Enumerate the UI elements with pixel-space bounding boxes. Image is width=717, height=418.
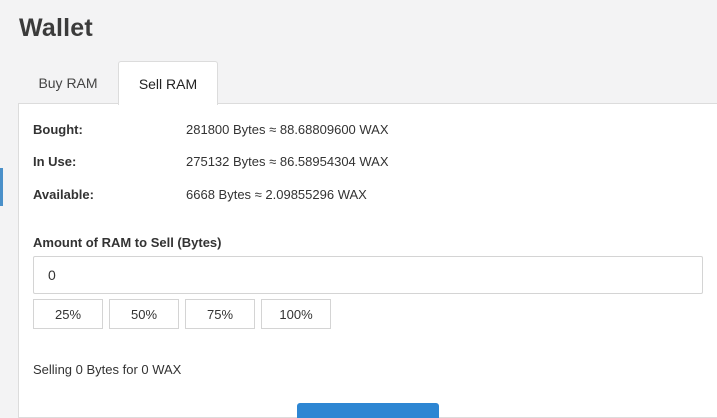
ram-tabs: Buy RAM Sell RAM [18,61,717,105]
amount-field-label: Amount of RAM to Sell (Bytes) [33,235,222,250]
ram-info-value: 275132 Bytes ≈ 86.58954304 WAX [186,154,389,169]
left-edge-accent [0,168,3,206]
ram-info-value: 281800 Bytes ≈ 88.68809600 WAX [186,122,389,137]
percent-25-button[interactable]: 25% [33,299,103,329]
ram-info-label: In Use: [33,154,77,169]
tab-buy-ram[interactable]: Buy RAM [18,61,118,104]
tab-sell-ram[interactable]: Sell RAM [118,61,218,105]
sell-ram-panel: Bought: 281800 Bytes ≈ 88.68809600 WAX I… [18,103,717,418]
ram-info-label: Available: [33,187,94,202]
percent-75-button[interactable]: 75% [185,299,255,329]
ram-info-label: Bought: [33,122,83,137]
sell-ram-button[interactable] [297,403,439,418]
selling-summary: Selling 0 Bytes for 0 WAX [33,362,182,377]
page-title: Wallet [19,14,93,42]
percent-100-button[interactable]: 100% [261,299,331,329]
amount-input[interactable] [33,256,703,294]
ram-info-value: 6668 Bytes ≈ 2.09855296 WAX [186,187,367,202]
percent-50-button[interactable]: 50% [109,299,179,329]
